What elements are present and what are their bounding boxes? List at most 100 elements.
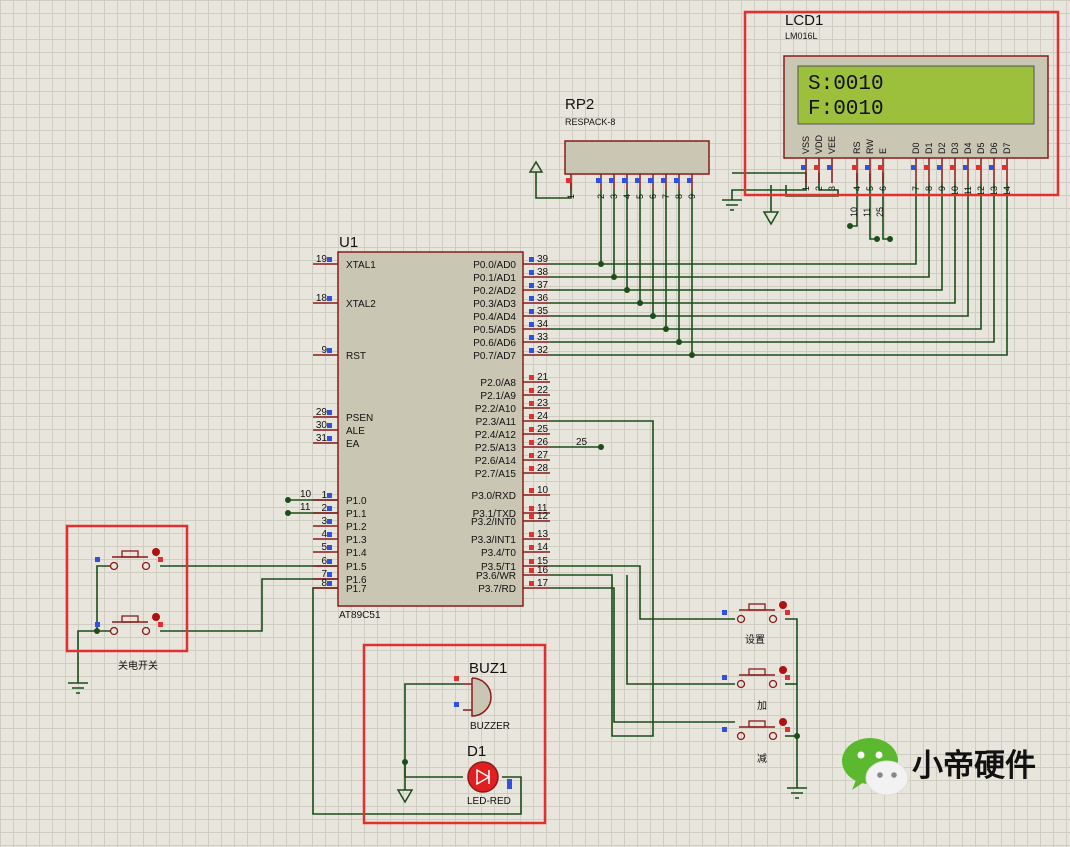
power-switch-highlight-box	[65, 524, 189, 653]
buzzer-part: BUZZER	[470, 721, 510, 732]
buzzer-led-highlight-box	[362, 643, 547, 825]
rp2-pin-number: 9	[687, 194, 697, 199]
mcu-pin-number: 5	[321, 542, 327, 553]
mcu-pin-number: 18	[316, 293, 328, 304]
mcu-pin-number: 4	[321, 529, 327, 540]
rp2-pin-number: 2	[596, 194, 606, 199]
rp2-body	[564, 140, 710, 175]
mcu-pin-number: 8	[321, 578, 327, 589]
mcu-pin-number: 31	[316, 433, 328, 444]
mcu-pin-name: P2.5/A13	[475, 443, 517, 454]
mcu-pin-number: 37	[537, 280, 549, 291]
mcu-component[interactable]: U1 AT89C51 19XTAL118XTAL29RST29PSEN30ALE…	[313, 234, 550, 621]
mcu-ref: U1	[339, 234, 358, 251]
rp2-ref: RP2	[565, 96, 594, 113]
mcu-pin-name: P0.3/AD3	[473, 299, 516, 310]
mcu-pin-name: RST	[346, 351, 366, 362]
mcu-pin-name: P2.1/A9	[480, 391, 516, 402]
wechat-icon	[842, 738, 909, 796]
watermark: 小帝硬件	[842, 738, 1036, 796]
lcd-pin-name: D4	[963, 142, 973, 154]
mcu-pin-number: 36	[537, 293, 549, 304]
mcu-pin-number: 39	[537, 254, 549, 265]
lcd-pin-name: D0	[911, 142, 921, 154]
led-ref: D1	[467, 743, 486, 760]
rp2-pin-number: 3	[609, 194, 619, 199]
sub-button-label: 减	[757, 753, 767, 765]
ground-icon	[68, 682, 88, 694]
mcu-pin-number: 2	[321, 503, 327, 514]
lcd-pin-number: 8	[924, 186, 934, 191]
lcd-pin-name: RS	[852, 141, 862, 154]
mcu-pin-number: 27	[537, 450, 549, 461]
lcd-ref: LCD1	[785, 12, 823, 29]
ground-triangle-icon	[396, 789, 414, 804]
rp2-pin-number: 5	[635, 194, 645, 199]
mcu-pin-name: ALE	[346, 426, 365, 437]
schematic-canvas: LCD1 LM016L S:0010 F:0010 VSS 1 VDD 2 VEE 3 RS…	[65, 10, 1060, 825]
lcd-pin-number: 6	[878, 186, 888, 191]
net-label-p10: 10	[300, 489, 312, 500]
lcd-part: LM016L	[785, 31, 818, 41]
mcu-pin-number: 14	[537, 542, 549, 553]
buzzer-ref: BUZ1	[469, 660, 507, 677]
lcd-pin-number: 3	[827, 186, 837, 191]
lcd-pin-name: VEE	[827, 136, 837, 154]
mcu-pin-number: 9	[321, 345, 327, 356]
buzzer-icon	[471, 677, 492, 717]
lcd-component[interactable]: LCD1 LM016L S:0010 F:0010 VSS 1 VDD 2 VEE 3 RS…	[783, 12, 1049, 196]
lcd-pin-name: VSS	[801, 136, 811, 154]
mcu-pin-name: P0.2/AD2	[473, 286, 516, 297]
lcd-pin-name: D2	[937, 142, 947, 154]
mcu-pin-name: PSEN	[346, 413, 373, 424]
mcu-pin-name: XTAL1	[346, 260, 376, 271]
mcu-pin-number: 13	[537, 529, 549, 540]
rp2-component[interactable]: RP2 RESPACK-8 1 23456789	[528, 96, 710, 199]
lcd-pin-number: 2	[814, 186, 824, 191]
led-component[interactable]: D1 LED-RED	[467, 743, 512, 807]
mcu-pin-name: P3.6/WR	[476, 571, 516, 582]
mcu-pin-name: P3.2/INT0	[471, 517, 516, 528]
net-label-p25: 25	[576, 437, 588, 448]
mcu-pin-number: 28	[537, 463, 549, 474]
mcu-pin-name: XTAL2	[346, 299, 376, 310]
mcu-pin-name: P1.7	[346, 584, 367, 595]
ground-triangle-icon	[762, 211, 780, 226]
mcu-pin-number: 38	[537, 267, 549, 278]
lcd-pin-number: 4	[852, 186, 862, 191]
rp2-pin-number: 7	[661, 194, 671, 199]
mcu-pin-number: 10	[537, 485, 549, 496]
mcu-pin-name: P2.7/A15	[475, 469, 517, 480]
mcu-pin-number: 25	[537, 424, 549, 435]
lcd-pin-name: VDD	[814, 134, 824, 154]
lcd-pin-number: 1	[801, 186, 811, 191]
rp2-pin-number: 6	[648, 194, 658, 199]
rp2-pin-number: 1	[566, 194, 576, 199]
mcu-pin-name: P2.3/A11	[476, 417, 517, 428]
mcu-pin-name: EA	[346, 439, 360, 450]
mcu-pin-number: 29	[316, 407, 328, 418]
mcu-pin-number: 22	[537, 385, 549, 396]
net-label-lcd-11: 11	[862, 208, 872, 217]
mcu-pin-name: P0.6/AD6	[473, 338, 516, 349]
mcu-pin-number: 12	[537, 511, 549, 522]
mcu-pin-number: 17	[537, 578, 549, 589]
mcu-pin-name: P2.6/A14	[475, 456, 517, 467]
rp2-pin-number: 8	[674, 194, 684, 199]
mcu-pin-name: P0.5/AD5	[473, 325, 516, 336]
net-label-lcd-25: 25	[875, 207, 885, 217]
mcu-pin-name: P3.7/RD	[478, 584, 516, 595]
lcd-pin-name: D7	[1002, 142, 1012, 154]
mcu-pin-name: P2.4/A12	[475, 430, 517, 441]
mcu-pin-name: P0.7/AD7	[473, 351, 516, 362]
lcd-pin-number: 7	[911, 186, 921, 191]
power-switch-label: 关电开关	[118, 659, 158, 672]
mcu-pin-number: 35	[537, 306, 549, 317]
mcu-pin-name: P3.4/T0	[481, 548, 516, 559]
mcu-pin-number: 24	[537, 411, 549, 422]
mcu-pin-number: 33	[537, 332, 549, 343]
mcu-pin-name: P1.2	[346, 522, 367, 533]
mcu-pin-number: 19	[316, 254, 328, 265]
buzzer-component[interactable]: BUZ1 BUZZER	[454, 660, 510, 732]
mcu-pin-number: 1	[321, 490, 327, 501]
